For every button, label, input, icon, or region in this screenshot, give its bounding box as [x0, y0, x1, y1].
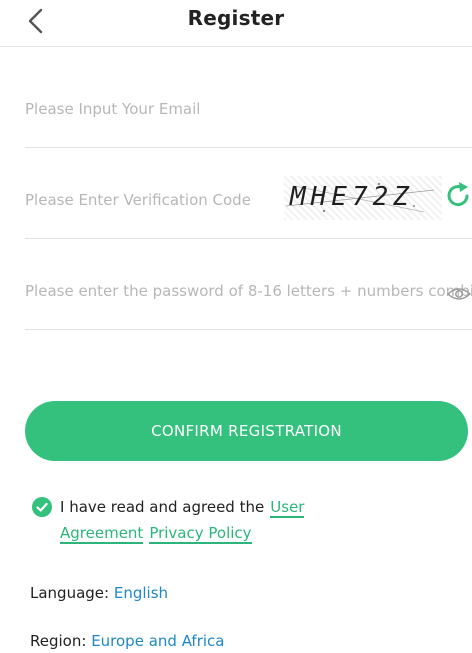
- page-title: Register: [187, 6, 285, 30]
- password-row: [25, 239, 472, 330]
- email-field-row: [25, 57, 472, 148]
- language-selector[interactable]: English: [114, 584, 168, 602]
- captcha-text: MHE72Z: [290, 182, 414, 212]
- user-agreement-link-start[interactable]: User: [270, 498, 305, 518]
- checkmark-circle-icon[interactable]: [32, 497, 52, 517]
- verification-code-row: MHE72Z: [25, 148, 472, 239]
- password-input[interactable]: [25, 279, 472, 303]
- region-row: Region: Europe and Africa: [30, 632, 224, 650]
- captcha-image[interactable]: MHE72Z: [284, 176, 442, 220]
- agreement-text: I have read and agreed the: [60, 498, 265, 516]
- refresh-icon[interactable]: [446, 180, 472, 210]
- language-label: Language:: [30, 584, 110, 602]
- region-selector[interactable]: Europe and Africa: [91, 632, 224, 650]
- user-agreement-link-end[interactable]: Agreement: [60, 524, 144, 544]
- privacy-policy-link[interactable]: Privacy Policy: [149, 524, 252, 544]
- verification-code-input[interactable]: [25, 188, 275, 212]
- eye-icon[interactable]: [446, 285, 472, 303]
- email-input[interactable]: [25, 97, 465, 121]
- confirm-registration-button[interactable]: CONFIRM REGISTRATION: [25, 401, 468, 461]
- language-row: Language: English: [30, 584, 168, 602]
- header-bar: Register: [0, 0, 472, 47]
- agreement-line-2: Agreement Privacy Policy: [60, 520, 252, 546]
- region-label: Region:: [30, 632, 87, 650]
- agreement-line-1: I have read and agreed the User: [60, 494, 305, 520]
